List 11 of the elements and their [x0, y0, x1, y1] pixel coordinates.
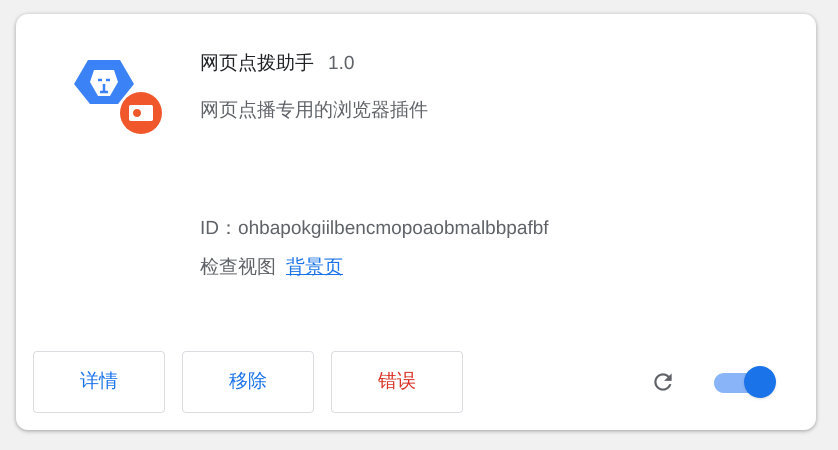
errors-button[interactable]: 错误	[331, 351, 463, 413]
background-page-link[interactable]: 背景页	[286, 254, 343, 282]
extension-version: 1.0	[328, 52, 354, 76]
action-button[interactable]: 详情	[33, 351, 165, 413]
action-button[interactable]: 移除	[182, 351, 314, 413]
extension-name: 网页点拨助手	[200, 52, 314, 76]
id-label: ID：	[200, 217, 238, 241]
extension-description: 网页点播专用的浏览器插件	[200, 98, 429, 122]
extension-id: ohbapokgiilbencmopoaobmalbbpafbf	[238, 217, 549, 241]
inspect-views-label: 检查视图	[200, 256, 276, 280]
enable-toggle[interactable]	[714, 365, 776, 399]
